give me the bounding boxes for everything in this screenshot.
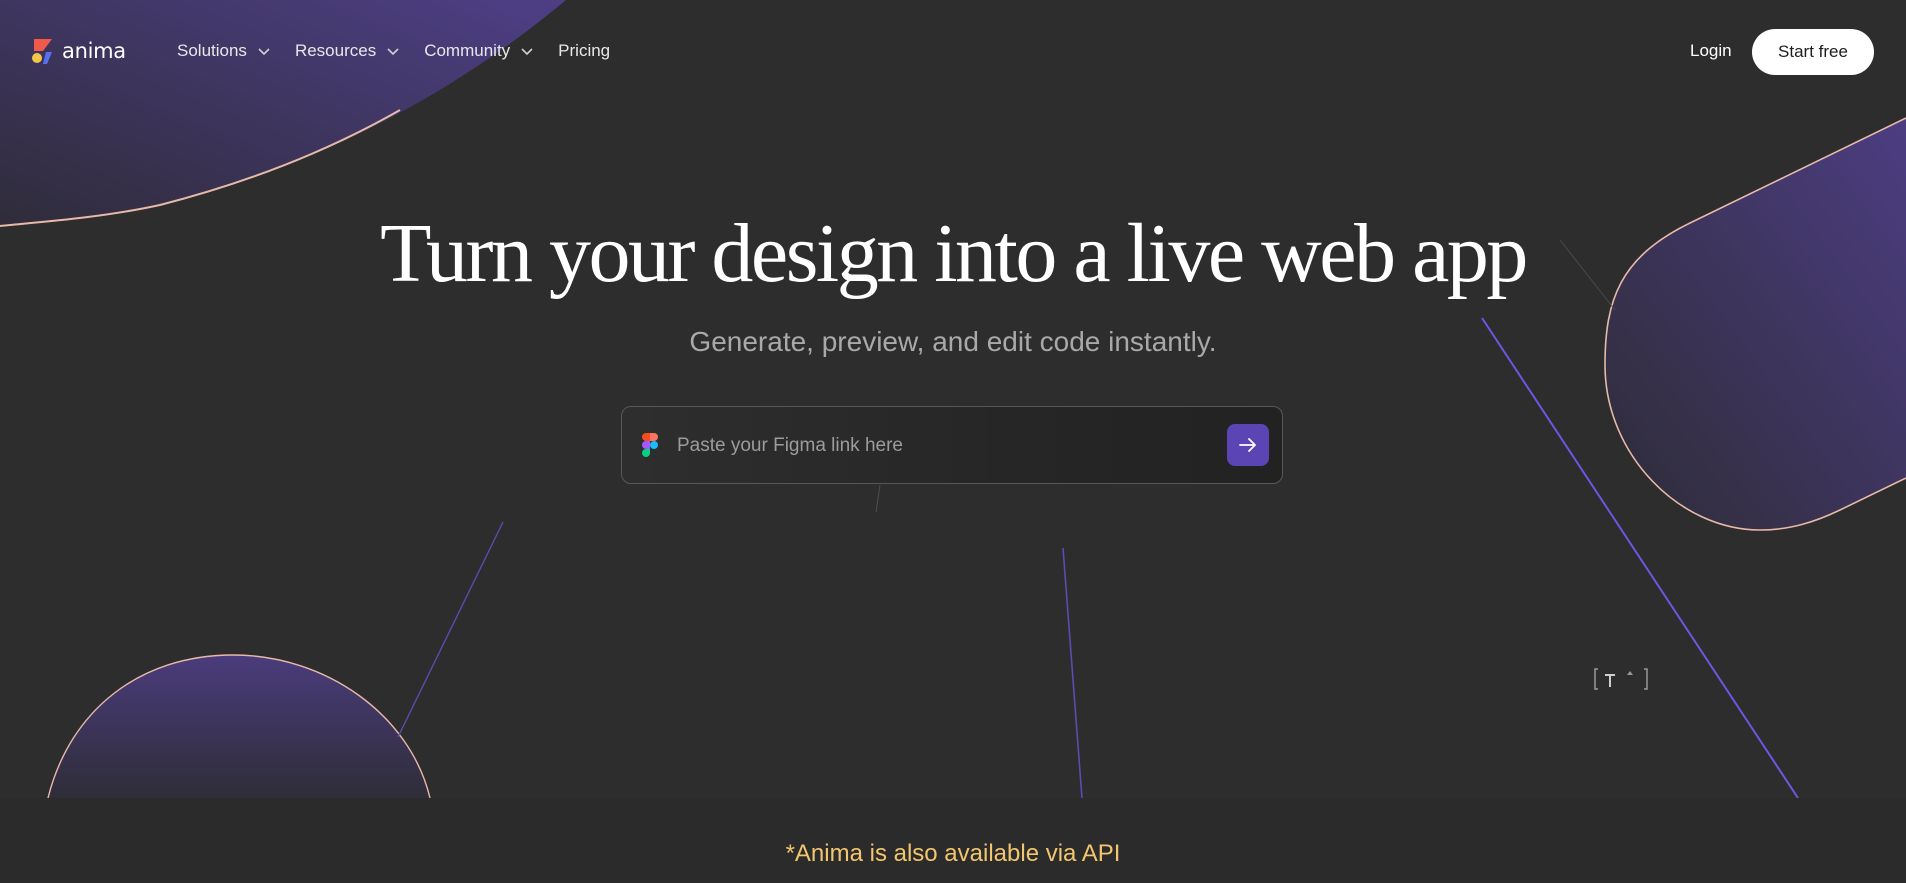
start-free-button[interactable]: Start free <box>1752 29 1874 75</box>
nav-item-label: Pricing <box>558 41 611 60</box>
top-navigation: anima Solutions Resources Community Pric… <box>0 0 1906 104</box>
hero-section: anima Solutions Resources Community Pric… <box>0 0 1906 798</box>
nav-item-label: Resources <box>294 41 377 60</box>
arrow-right-icon <box>1239 438 1256 452</box>
nav-item-solutions[interactable]: Solutions <box>177 41 271 61</box>
beam-center <box>1062 547 1083 798</box>
page-subtitle: Generate, preview, and edit code instant… <box>689 326 1217 357</box>
cursor-bracket-icon <box>1594 668 1648 690</box>
page-title: Turn your design into a live web app <box>380 207 1528 300</box>
anima-logo-icon <box>32 39 52 64</box>
chevron-down-icon <box>258 48 270 56</box>
submit-link-button[interactable] <box>1227 424 1269 466</box>
nav-item-pricing[interactable]: Pricing <box>558 41 610 61</box>
api-availability-note[interactable]: *Anima is also available via API <box>0 840 1906 868</box>
figma-link-box <box>621 406 1283 484</box>
chevron-down-icon <box>387 48 399 56</box>
beam-small <box>875 484 881 513</box>
figma-icon <box>642 433 658 457</box>
login-link[interactable]: Login <box>1690 41 1732 61</box>
figma-link-input[interactable] <box>675 427 1199 465</box>
nav-item-label: Community <box>424 41 511 60</box>
main-menu: Solutions Resources Community Pricing <box>177 41 634 61</box>
chevron-down-icon <box>521 48 533 56</box>
capsule-right <box>1605 118 1906 530</box>
nav-item-community[interactable]: Community <box>424 41 534 61</box>
beam-left <box>397 521 504 738</box>
dome-bottom-left <box>48 655 430 798</box>
nav-item-label: Solutions <box>177 41 247 60</box>
anima-logo[interactable]: anima <box>31 36 126 66</box>
brand-name: anima <box>62 39 126 63</box>
nav-item-resources[interactable]: Resources <box>295 41 400 61</box>
